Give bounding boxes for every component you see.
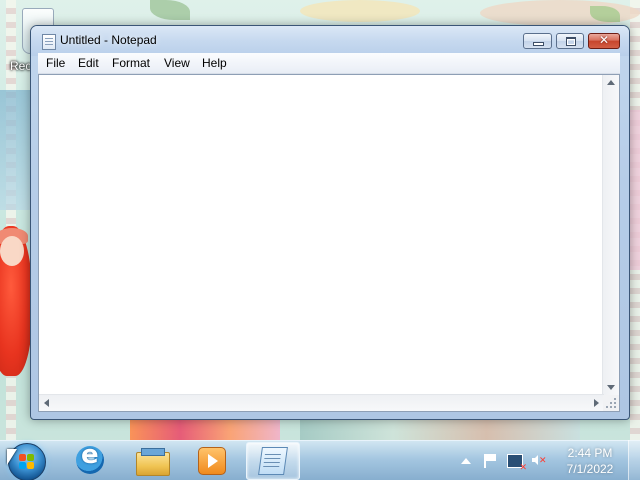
desktop: Rec Untitled - Notepad ✕ File Edit Forma… [0, 0, 640, 480]
wallpaper-flowers [130, 420, 280, 440]
show-hidden-icons-arrow[interactable] [461, 458, 471, 464]
wallpaper-leaf [150, 0, 190, 20]
window-title: Untitled - Notepad [60, 33, 157, 47]
minimize-icon [533, 42, 544, 46]
folder-icon [136, 448, 170, 476]
scroll-left-arrow-icon[interactable] [44, 399, 49, 407]
wallpaper-doll-face [0, 236, 24, 266]
network-disconnected-icon[interactable] [507, 454, 527, 473]
media-player-icon [198, 447, 226, 475]
windows-logo-green [27, 454, 34, 461]
minimize-button[interactable] [523, 33, 552, 49]
wallpaper-shape [0, 90, 30, 210]
close-icon: ✕ [598, 33, 610, 47]
menu-file[interactable]: File [46, 53, 65, 73]
internet-explorer-icon [76, 440, 104, 474]
menu-edit[interactable]: Edit [78, 53, 99, 73]
text-editor[interactable] [39, 75, 604, 395]
windows-logo-yellow [27, 462, 34, 469]
wallpaper-shape [300, 0, 420, 22]
show-desktop-button[interactable] [628, 440, 640, 480]
notepad-app-icon[interactable] [42, 34, 56, 50]
windows-logo-red [19, 454, 26, 461]
menu-bar: File Edit Format View Help [38, 53, 620, 74]
notepad-window: Untitled - Notepad ✕ File Edit Format Vi… [30, 25, 630, 420]
action-center-flag-icon[interactable] [484, 454, 496, 468]
clock-time[interactable]: 2:44 PM [560, 446, 620, 460]
volume-muted-icon: ✕ [539, 456, 547, 466]
maximize-button[interactable] [556, 33, 584, 49]
clock-date[interactable]: 7/1/2022 [560, 462, 620, 476]
edit-area [38, 74, 620, 412]
scroll-up-arrow-icon[interactable] [607, 80, 615, 85]
notepad-icon [258, 447, 288, 475]
windows-logo-blue [19, 462, 26, 469]
title-bar[interactable]: Untitled - Notepad ✕ [31, 26, 629, 56]
maximize-icon [566, 37, 576, 46]
wallpaper-ground [300, 420, 580, 440]
horizontal-scrollbar[interactable] [39, 394, 604, 411]
mouse-cursor-icon [7, 449, 17, 465]
scroll-right-arrow-icon[interactable] [594, 399, 599, 407]
menu-format[interactable]: Format [112, 53, 150, 73]
menu-view[interactable]: View [164, 53, 190, 73]
recycle-bin-label[interactable]: Rec [10, 59, 31, 73]
close-button[interactable]: ✕ [588, 33, 620, 49]
vertical-scrollbar[interactable] [602, 75, 619, 395]
menu-help[interactable]: Help [202, 53, 227, 73]
size-grip[interactable] [603, 395, 619, 411]
scroll-down-arrow-icon[interactable] [607, 385, 615, 390]
